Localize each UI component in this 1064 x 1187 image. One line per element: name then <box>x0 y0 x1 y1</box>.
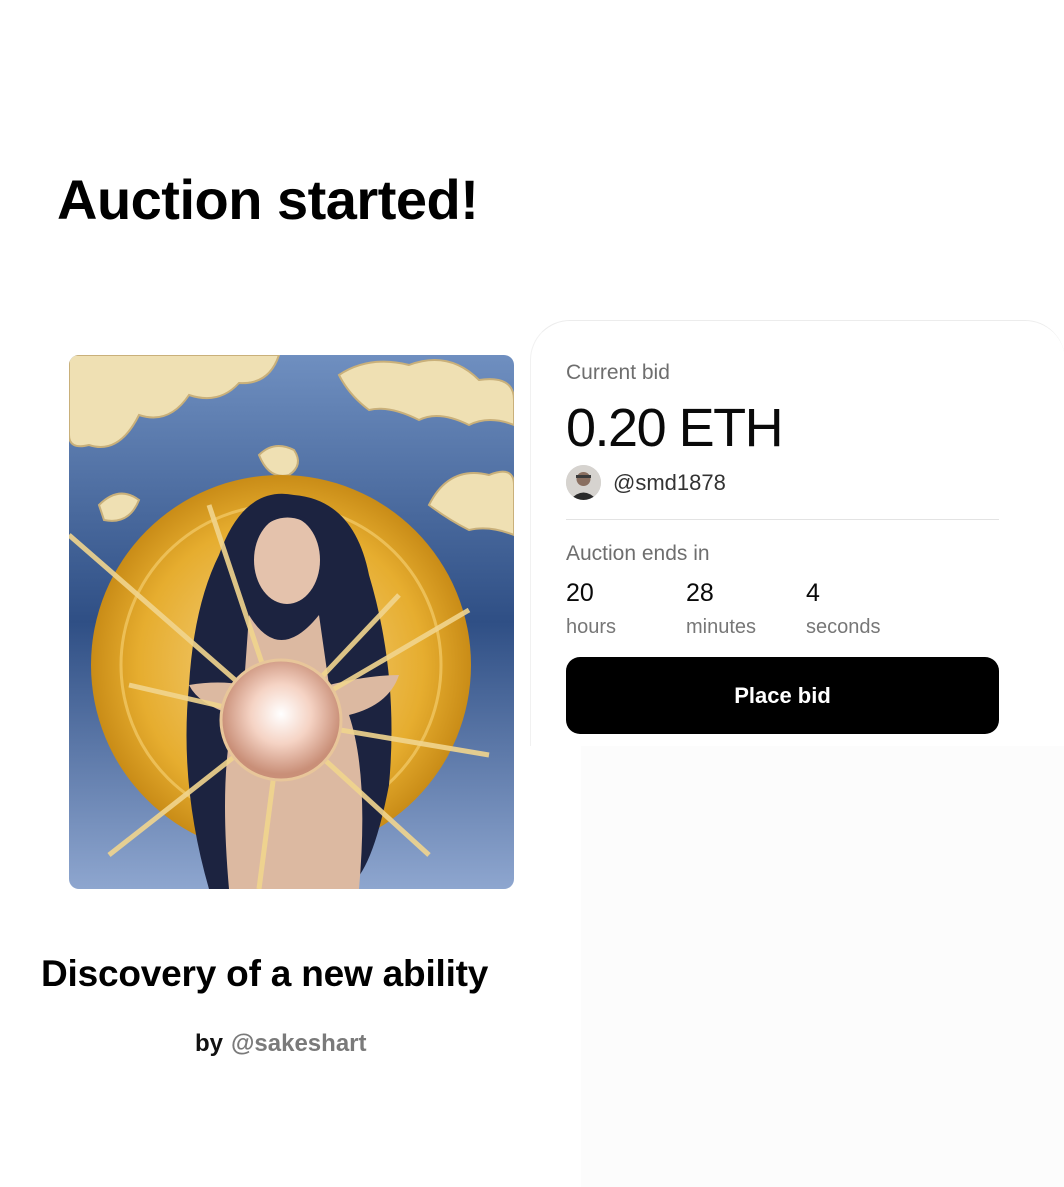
person-avatar-icon <box>566 465 601 500</box>
auction-ends-label: Auction ends in <box>566 542 710 565</box>
bidder-avatar <box>566 465 601 500</box>
countdown-minutes-label: minutes <box>686 616 757 638</box>
artwork-title: Discovery of a new ability <box>41 953 489 994</box>
countdown-seconds-label: seconds <box>806 616 881 638</box>
panel-background <box>581 745 1064 1187</box>
top-bidder[interactable]: @smd1878 <box>566 465 726 500</box>
artist-handle-link[interactable]: @sakeshart <box>231 1030 366 1057</box>
page-headline: Auction started! <box>57 168 479 231</box>
artist-byline: by @sakeshart <box>195 1030 367 1058</box>
auction-card: Current bid 0.20 ETH @smd1878 Auction en… <box>530 320 1064 746</box>
countdown-seconds: 4 seconds <box>806 579 881 639</box>
countdown-hours-value: 20 <box>566 579 594 607</box>
artwork-image[interactable] <box>69 355 514 889</box>
countdown-minutes: 28 minutes <box>686 579 756 639</box>
bidder-handle: @smd1878 <box>613 469 726 495</box>
countdown-seconds-value: 4 <box>806 579 820 607</box>
countdown-minutes-value: 28 <box>686 579 714 607</box>
divider <box>566 519 999 520</box>
countdown-hours-label: hours <box>566 616 617 638</box>
by-label: by <box>195 1030 224 1057</box>
place-bid-button[interactable]: Place bid <box>566 657 999 734</box>
countdown-hours: 20 hours <box>566 579 616 639</box>
current-bid-label: Current bid <box>566 361 670 384</box>
artwork-illustration <box>69 355 514 889</box>
current-bid-amount: 0.20 ETH <box>566 398 784 458</box>
